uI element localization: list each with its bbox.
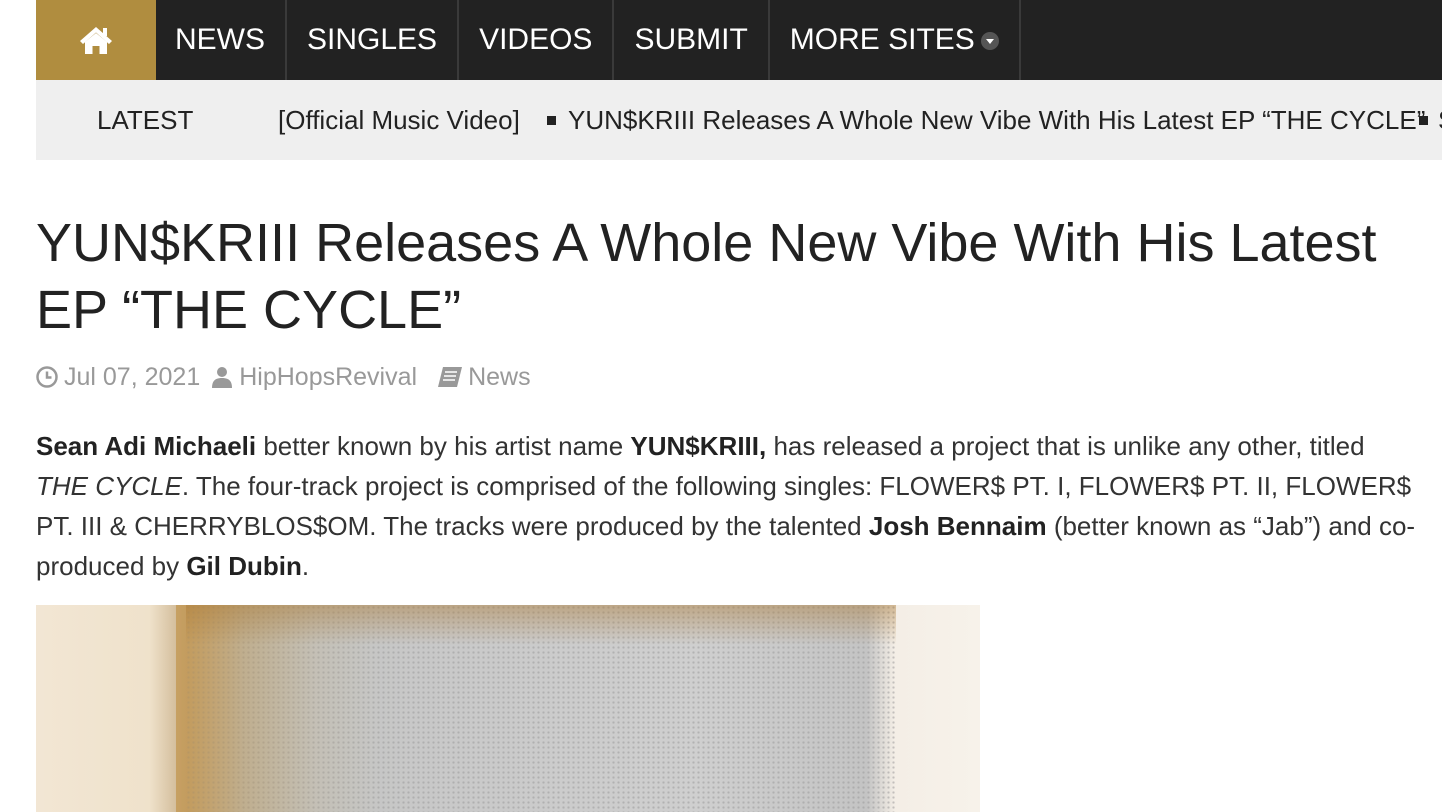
article-title: YUN$KRIII Releases A Whole New Vibe With…: [36, 210, 1442, 344]
ticker-label: LATEST: [97, 105, 194, 135]
nav-more-sites[interactable]: MORE SITES: [770, 0, 1021, 80]
bold-coproducer: Gil Dubin: [186, 551, 302, 581]
paragraph-text: . The four-track project is comprised of…: [181, 471, 1412, 501]
bold-artist: YUN$KRIII,: [630, 431, 767, 461]
article-meta: Jul 07, 2021 HipHopsRevival News: [36, 360, 531, 394]
article-title-line2: EP “THE CYCLE”: [36, 280, 462, 340]
post-author-text[interactable]: HipHopsRevival: [239, 363, 417, 392]
post-date: Jul 07, 2021: [36, 363, 200, 392]
nav-videos[interactable]: VIDEOS: [459, 0, 615, 80]
post-category-text[interactable]: News: [468, 363, 531, 392]
nav-more-sites-label: MORE SITES: [789, 23, 975, 56]
paragraph-text: produced by: [36, 551, 187, 581]
paragraph-text: PT. III & CHERRYBLOS$OM. The tracks were…: [36, 511, 869, 541]
bold-name: Sean Adi Michaeli: [36, 431, 257, 461]
ticker-item[interactable]: YUN$KRIII Releases A Whole New Vibe With…: [568, 80, 1425, 160]
nav-submit[interactable]: SUBMIT: [614, 0, 770, 80]
article-paragraph: Sean Adi Michaeli better known by his ar…: [36, 426, 1442, 586]
chevron-down-icon: [980, 32, 999, 50]
paragraph-text: .: [301, 551, 310, 581]
post-category[interactable]: News: [437, 363, 531, 392]
nav-submit-label: SUBMIT: [634, 23, 748, 56]
paragraph-text: better known by his artist name: [256, 431, 631, 461]
nav-singles-label: SINGLES: [307, 23, 438, 56]
image-glow: [186, 605, 896, 645]
article-title-line1: YUN$KRIII Releases A Whole New Vibe With…: [36, 213, 1377, 273]
clock-icon: [36, 366, 58, 388]
article-image: [36, 605, 980, 812]
home-icon: [80, 27, 112, 54]
nav-news-label: NEWS: [175, 23, 265, 56]
book-icon: [438, 367, 463, 387]
home-button[interactable]: [36, 0, 156, 80]
user-icon: [212, 367, 233, 388]
paragraph-text: (better known as “Jab”) and co-: [1046, 511, 1416, 541]
ticker-bullet-icon: [1419, 116, 1428, 125]
latest-ticker: LATEST [Official Music Video] YUN$KRIII …: [36, 80, 1442, 160]
ticker-bullet-icon: [547, 116, 556, 125]
nav-singles[interactable]: SINGLES: [287, 0, 460, 80]
main-nav: NEWS SINGLES VIDEOS SUBMIT MORE SITES: [36, 0, 1442, 80]
post-author[interactable]: HipHopsRevival: [212, 363, 417, 392]
italic-title: THE CYCLE: [36, 471, 182, 501]
bold-producer: Josh Bennaim: [868, 511, 1047, 541]
nav-videos-label: VIDEOS: [479, 23, 593, 56]
ticker-item[interactable]: [Official Music Video]: [278, 80, 520, 160]
post-date-text: Jul 07, 2021: [64, 362, 201, 391]
nav-news[interactable]: NEWS: [156, 0, 287, 80]
paragraph-text: has released a project that is unlike an…: [766, 431, 1365, 461]
ticker-item-partial[interactable]: S: [1438, 80, 1442, 160]
